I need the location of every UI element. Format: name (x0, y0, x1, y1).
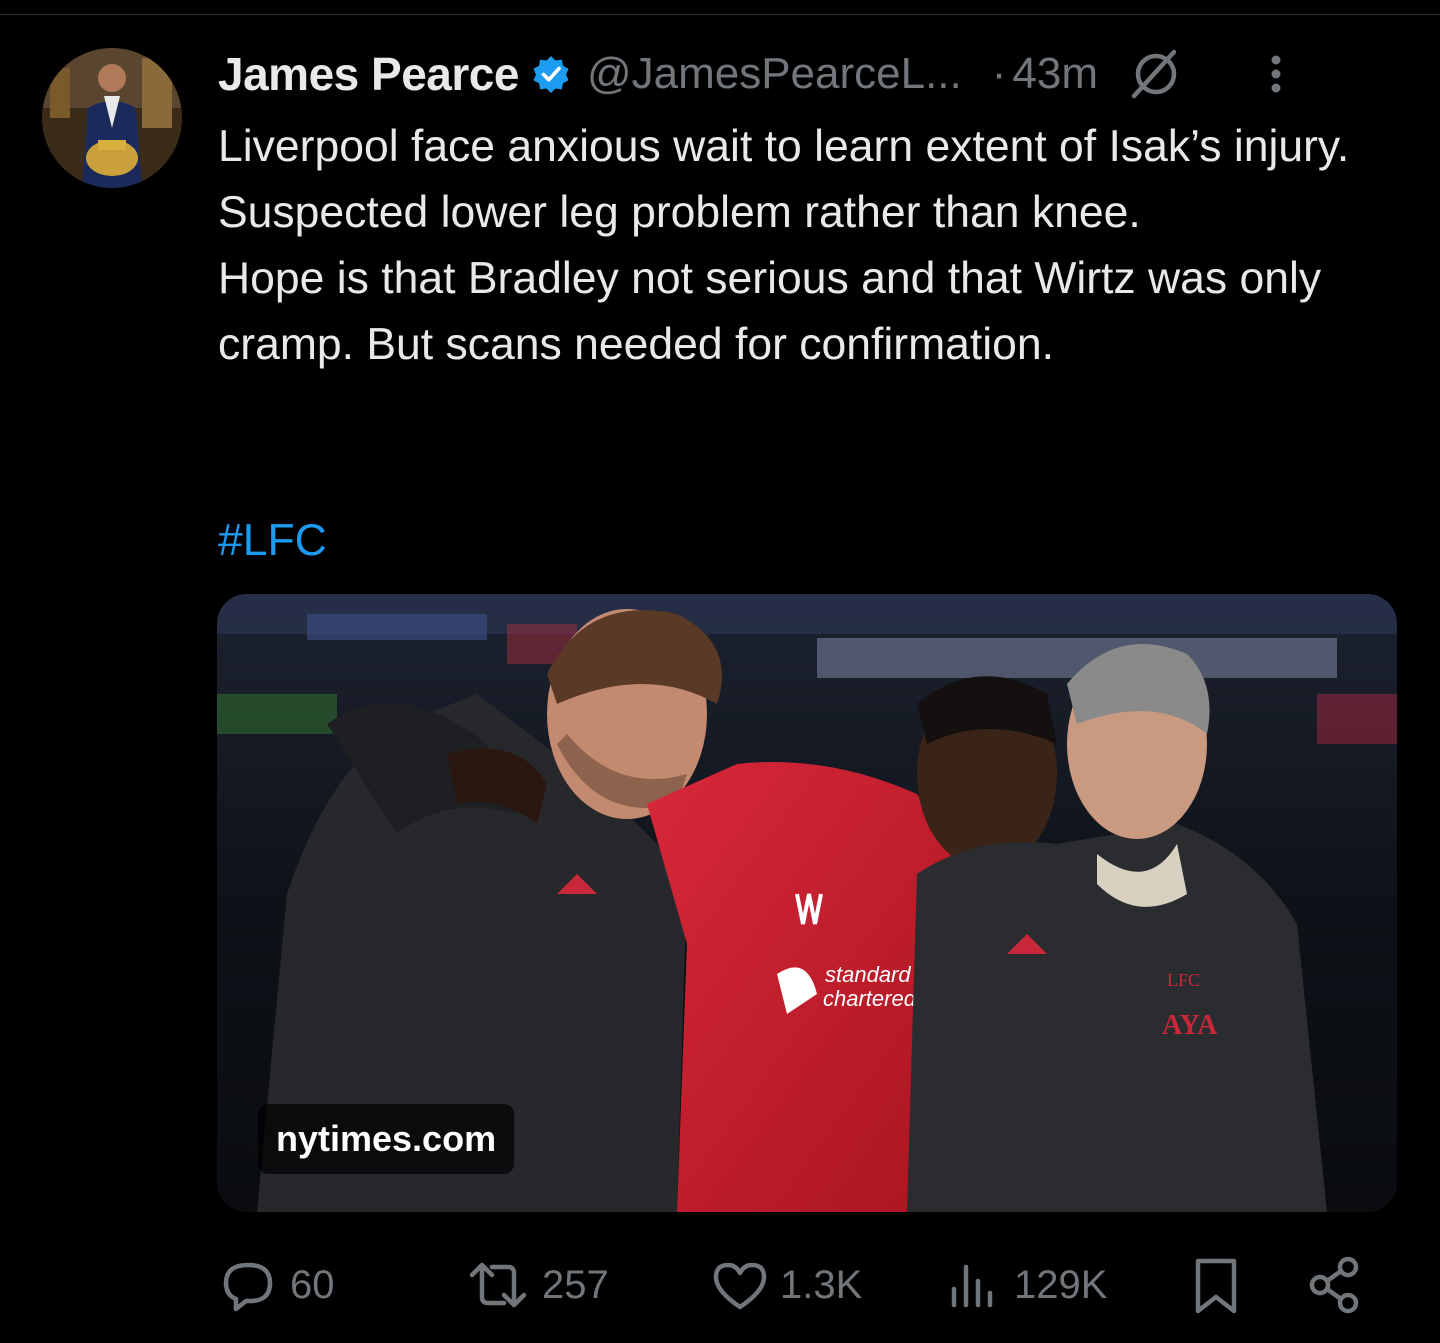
tweet-text-paragraph: Hope is that Bradley not serious and tha… (218, 254, 1322, 369)
tweet-text-paragraph: Liverpool face anxious wait to learn ext… (218, 122, 1350, 237)
hashtag-link[interactable]: #LFC (218, 508, 327, 574)
reply-icon (223, 1262, 273, 1312)
author-handle[interactable]: @JamesPearceL... (587, 49, 962, 99)
views-icon (951, 1264, 993, 1308)
bookmark-button[interactable] (1184, 1250, 1248, 1320)
author-avatar[interactable] (42, 48, 182, 188)
media-source-tag[interactable]: nytimes.com (258, 1104, 515, 1174)
tweet-text: Liverpool face anxious wait to learn ext… (218, 114, 1408, 378)
reply-button[interactable]: 60 (218, 1250, 335, 1320)
grok-icon[interactable] (1126, 46, 1182, 102)
top-divider (0, 14, 1440, 15)
repost-button[interactable]: 257 (462, 1250, 609, 1320)
views-count: 129K (1014, 1262, 1108, 1307)
share-button[interactable] (1302, 1250, 1366, 1320)
svg-text:chartered: chartered (823, 986, 917, 1011)
bookmark-icon (1195, 1258, 1237, 1314)
author-name[interactable]: James Pearce (218, 47, 519, 101)
separator-dot: · (991, 49, 1007, 98)
heart-icon (713, 1262, 767, 1310)
like-count: 1.3K (780, 1262, 863, 1307)
more-vertical-icon[interactable] (1266, 50, 1286, 98)
svg-text:LFC: LFC (1167, 970, 1200, 990)
verified-badge-icon (533, 56, 569, 93)
like-button[interactable]: 1.3K (708, 1250, 862, 1320)
svg-text:AYA: AYA (1162, 1010, 1218, 1041)
share-icon (1309, 1256, 1359, 1314)
tweet-time[interactable]: 43m (1012, 49, 1098, 99)
tweet-header: James Pearce @JamesPearceL... · 43m (218, 44, 1398, 104)
repost-icon (469, 1262, 527, 1308)
reply-count: 60 (290, 1262, 335, 1307)
svg-text:standard: standard (825, 962, 911, 987)
tweet-action-bar: 60 257 1.3K 129K (218, 1250, 1378, 1320)
views-button[interactable]: 129K (942, 1250, 1107, 1320)
repost-count: 257 (542, 1262, 609, 1307)
